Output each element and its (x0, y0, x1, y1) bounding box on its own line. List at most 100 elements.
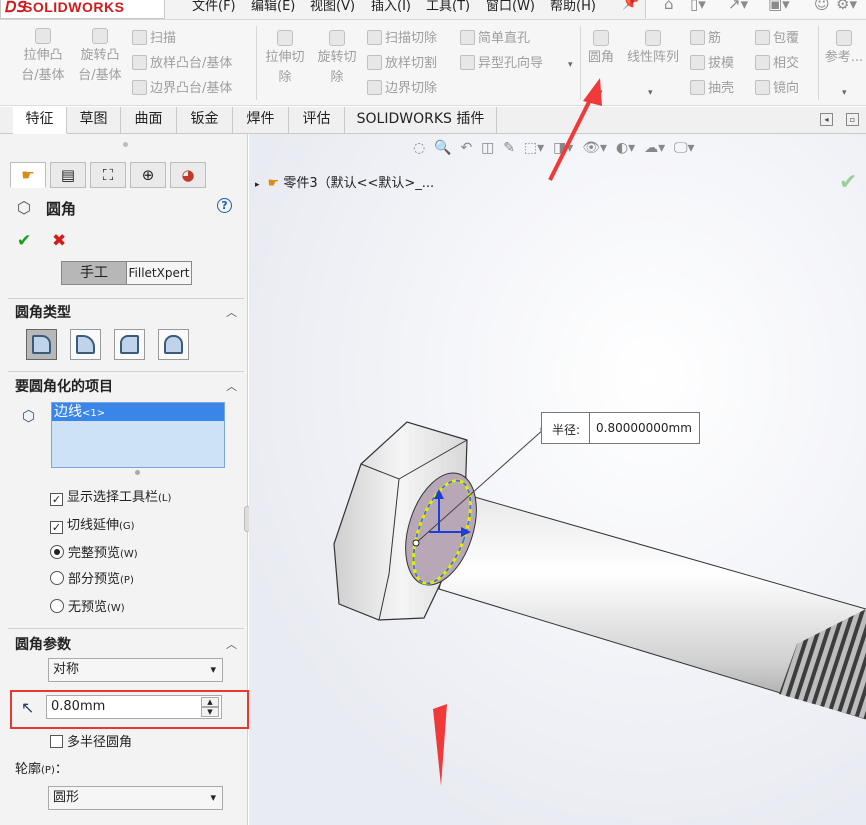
swept-cut-button[interactable]: 扫描切除 (367, 28, 437, 50)
simple-hole-button[interactable]: 简单直孔 (460, 28, 530, 50)
tab-property-manager[interactable]: ▤ (50, 162, 86, 188)
menu-window[interactable]: 窗口(W) (486, 0, 535, 14)
intersect-button[interactable]: 相交 (755, 53, 799, 75)
edit-appearance-icon[interactable]: ◐▾ (616, 140, 635, 156)
spin-up-icon[interactable]: ▲ (201, 697, 219, 707)
spin-down-icon[interactable]: ▼ (201, 707, 219, 717)
save-icon[interactable]: ▣▾ (768, 0, 790, 13)
restore-icon[interactable]: ▫ (846, 113, 859, 126)
extrude-boss-button[interactable]: 拉伸凸台/基体 (20, 28, 66, 86)
tab-solidworks-addins[interactable]: SOLIDWORKS 插件 (345, 107, 497, 134)
boundary-cut-button[interactable]: 边界切除 (367, 78, 437, 100)
pin-icon[interactable]: 📌 (622, 0, 639, 11)
apply-scene-icon[interactable]: ☁▾ (644, 140, 665, 156)
draft-button[interactable]: 拔模 (690, 53, 734, 75)
fillet-method-select[interactable]: 对称 ▾ (48, 658, 223, 682)
ok-icon[interactable]: ✔ (17, 231, 31, 251)
home-icon[interactable]: ⌂ (664, 0, 674, 13)
radio-unselected[interactable] (50, 599, 64, 613)
collapse-chevron-icon[interactable]: ︿ (226, 378, 237, 394)
menu-insert[interactable]: 插入(I) (371, 0, 411, 14)
linear-pattern-button[interactable]: 线性阵列 (622, 30, 684, 68)
options-icon[interactable]: ⚙▾ (836, 0, 857, 13)
help-icon[interactable]: ? (217, 198, 232, 213)
tab-sheet-metal[interactable]: 钣金 (177, 107, 233, 134)
view-settings-icon[interactable]: 🖵▾ (674, 140, 695, 156)
tab-sketch[interactable]: 草图 (67, 107, 121, 134)
tab-display-manager[interactable]: ◕ (170, 162, 206, 188)
menu-edit[interactable]: 编辑(E) (251, 0, 295, 14)
collapse-chevron-icon[interactable]: ︿ (226, 304, 237, 320)
wrap-button[interactable]: 包覆 (755, 28, 799, 50)
display-style-icon[interactable]: ◨▾ (553, 140, 573, 156)
selected-edge-item[interactable]: 边线<1> (52, 403, 224, 421)
tab-feature-tree[interactable]: ☛ (10, 162, 46, 188)
shell-button[interactable]: 抽壳 (690, 78, 734, 100)
tab-weldments[interactable]: 焊件 (233, 107, 289, 134)
view-orientation-icon[interactable]: ⬚▾ (524, 140, 544, 156)
tab-configuration[interactable]: ⛶ (90, 162, 126, 188)
tangent-propagation-option[interactable]: ✓ 切线延伸(G) (50, 514, 135, 534)
feature-tree-flyout[interactable]: ▸ ☛ 零件3（默认<<默认>_... (255, 172, 434, 191)
hole-dropdown-icon[interactable]: ▾ (568, 60, 573, 70)
open-icon[interactable]: ↗▾ (728, 0, 748, 13)
profile-select[interactable]: 圆形 ▾ (48, 786, 223, 810)
full-preview-option[interactable]: 完整预览(W) (50, 542, 138, 561)
resize-grip[interactable] (135, 470, 140, 475)
edge-selection-box[interactable]: 边线<1> (51, 402, 225, 468)
dynamic-annotation-icon[interactable]: ✎ (503, 140, 515, 156)
no-preview-option[interactable]: 无预览(W) (50, 596, 125, 615)
radius-callout[interactable]: 半径: 0.80000000mm (541, 412, 700, 444)
tile-icon[interactable]: ◂ (820, 113, 833, 126)
hide-show-items-icon[interactable]: 👁▾ (582, 140, 607, 156)
checkbox-unchecked[interactable] (50, 735, 63, 748)
radio-unselected[interactable] (50, 571, 64, 585)
checkbox-checked[interactable]: ✓ (50, 493, 63, 506)
checkbox-checked[interactable]: ✓ (50, 521, 63, 534)
user-icon[interactable]: ☺ (814, 0, 830, 13)
tab-dimxpert[interactable]: ⊕ (130, 162, 166, 188)
tab-features[interactable]: 特征 (13, 107, 67, 134)
lofted-cut-button[interactable]: 放样切割 (367, 53, 437, 75)
pattern-dropdown-icon[interactable]: ▾ (648, 88, 653, 98)
collapse-chevron-icon[interactable]: ︿ (226, 636, 237, 652)
panel-grip[interactable] (123, 142, 128, 147)
previous-view-icon[interactable]: ↶ (460, 140, 472, 156)
mirror-button[interactable]: 镜向 (755, 78, 799, 100)
callout-value-field[interactable]: 0.80000000mm (589, 413, 700, 443)
multi-radius-option[interactable]: 多半径圆角 (50, 731, 132, 750)
full-round-fillet-button[interactable] (158, 329, 189, 360)
graphics-area[interactable]: ◌ 🔍 ↶ ◫ ✎ ⬚▾ ◨▾ 👁▾ ◐▾ ☁▾ 🖵▾ ▸ ☛ 零件3（默认<<默… (249, 134, 866, 825)
section-view-icon[interactable]: ◫ (481, 140, 494, 156)
hole-wizard-button[interactable]: 异型孔向导 (460, 53, 543, 75)
expand-arrow-icon[interactable]: ▸ (255, 180, 260, 190)
new-document-icon[interactable]: ▯▾ (690, 0, 706, 13)
reference-geometry-button[interactable]: 参考... (824, 30, 864, 68)
revolve-cut-button[interactable]: 旋转切除 (314, 30, 360, 88)
menu-file[interactable]: 文件(F) (192, 0, 236, 14)
cancel-icon[interactable]: ✖ (52, 231, 66, 251)
tab-surfaces[interactable]: 曲面 (121, 107, 177, 134)
variable-size-fillet-button[interactable] (70, 329, 101, 360)
radius-input[interactable]: 0.80mm ▲ ▼ (46, 695, 222, 719)
revolve-boss-button[interactable]: 旋转凸台/基体 (76, 28, 124, 86)
show-selection-toolbar-option[interactable]: ✓ 显示选择工具栏(L) (50, 486, 171, 506)
reference-dropdown-icon[interactable]: ▾ (842, 88, 847, 98)
confirmation-corner-ok-icon[interactable]: ✔ (839, 170, 857, 195)
manual-mode-button[interactable]: 手工 (61, 261, 127, 285)
menu-tools[interactable]: 工具(T) (426, 0, 470, 14)
filletxpert-mode-button[interactable]: FilletXpert (127, 261, 192, 285)
tab-evaluate[interactable]: 评估 (289, 107, 345, 134)
face-fillet-button[interactable] (114, 329, 145, 360)
extrude-cut-button[interactable]: 拉伸切除 (262, 30, 308, 88)
menu-view[interactable]: 视图(V) (310, 0, 355, 14)
fillet-button[interactable]: 圆角 (584, 30, 618, 68)
rib-button[interactable]: 筋 (690, 28, 721, 50)
zoom-to-fit-icon[interactable]: ◌ (413, 140, 425, 156)
radio-selected[interactable] (50, 545, 64, 559)
zoom-area-icon[interactable]: 🔍 (434, 140, 451, 156)
fillet-dropdown-icon[interactable]: ▾ (598, 88, 603, 98)
constant-size-fillet-button[interactable] (26, 329, 57, 360)
solidworks-logo[interactable]: 𝘋𝘚 SOLIDWORKS (0, 0, 165, 19)
sweep-button[interactable]: 扫描 (132, 28, 176, 50)
